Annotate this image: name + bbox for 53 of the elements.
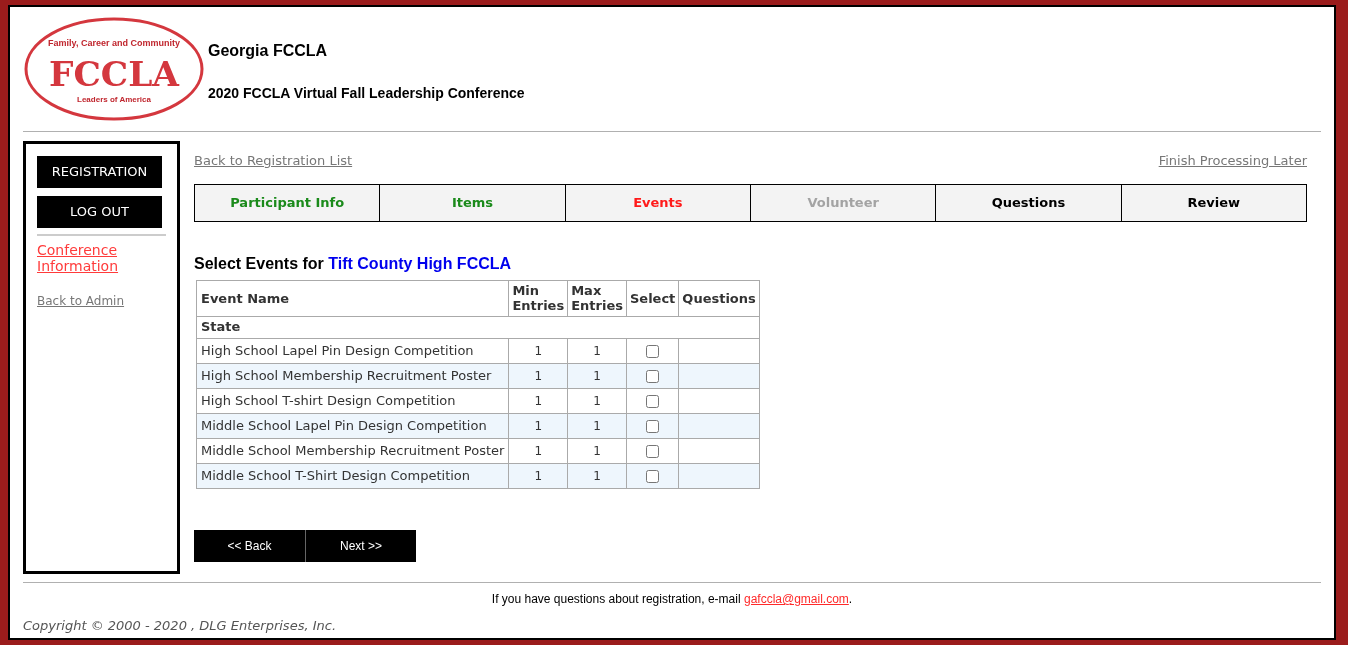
admin-link[interactable]: Back to Admin [37,292,166,310]
conference-title: 2020 FCCLA Virtual Fall Leadership Conference [208,83,525,103]
table-cell: 1 [508,388,568,413]
table-cell: 1 [567,388,627,413]
table-cell: Middle School T-Shirt Design Competition [196,463,509,488]
select-checkbox[interactable] [646,444,660,458]
step-tab[interactable]: Questions [935,184,1121,221]
table-cell: 1 [567,438,627,463]
email-link[interactable]: gafccla@gmail.com [743,592,849,606]
table-cell: 1 [508,413,568,438]
conference-link[interactable]: Conference Information [37,242,166,274]
table-cell: 1 [508,463,568,488]
step-tab[interactable]: Items [379,184,565,221]
column-header: Min Entries [508,280,568,316]
table-cell: Middle School Lapel Pin Design Competition [196,413,509,438]
logo-tagline: Family, Career and Community [48,38,180,48]
finish-later-link[interactable]: Finish Processing Later [1158,151,1307,171]
select-checkbox[interactable] [646,394,660,408]
table-cell: 1 [567,413,627,438]
table-cell: 1 [567,338,627,363]
column-header: Select [626,280,679,316]
select-checkbox[interactable] [646,419,660,433]
step-tab[interactable]: Review [1120,184,1306,221]
column-header: Questions [678,280,760,316]
nav-button[interactable]: LOG OUT [37,196,162,228]
logo-wordmark: FCCLA [49,54,178,94]
copyright-text: Copyright © 2000 - 2020 , DLG Enterprises, Inc. [23,617,338,635]
table-cell: High School Membership Recruitment Poster [196,363,509,388]
table-cell: 1 [567,463,627,488]
logo-tagline: Leaders of America [77,95,151,104]
select-checkbox[interactable] [646,344,660,358]
step-tab[interactable]: Events [564,184,750,221]
table-cell: High School Lapel Pin Design Competition [196,338,509,363]
table-cell: 1 [508,363,568,388]
section-heading: Select Events for [194,254,324,272]
select-checkbox[interactable] [646,469,660,483]
column-header: Max Entries [567,280,627,316]
chapter-name: Tift County High FCCLA [328,254,512,272]
select-checkbox[interactable] [646,369,660,383]
table-cell: 1 [508,438,568,463]
table-cell: High School T-shirt Design Competition [196,388,509,413]
contact-sentence: If you have questions about registration, e-mail gafccla@gmail.com. [491,592,853,606]
back-to-list-link[interactable]: Back to Registration List [194,151,353,171]
next-button[interactable]: Next >> [305,529,416,562]
column-header: Event Name [196,280,509,316]
nav-button[interactable]: REGISTRATION [37,156,162,188]
table-cell: 1 [567,363,627,388]
site-title: Georgia FCCLA [208,40,329,61]
back-button[interactable]: << Back [194,529,305,562]
step-tab[interactable]: Participant Info [195,184,380,221]
group-cell: State [196,316,760,338]
table-cell: Middle School Membership Recruitment Poster [196,438,509,463]
table-cell: 1 [508,338,568,363]
